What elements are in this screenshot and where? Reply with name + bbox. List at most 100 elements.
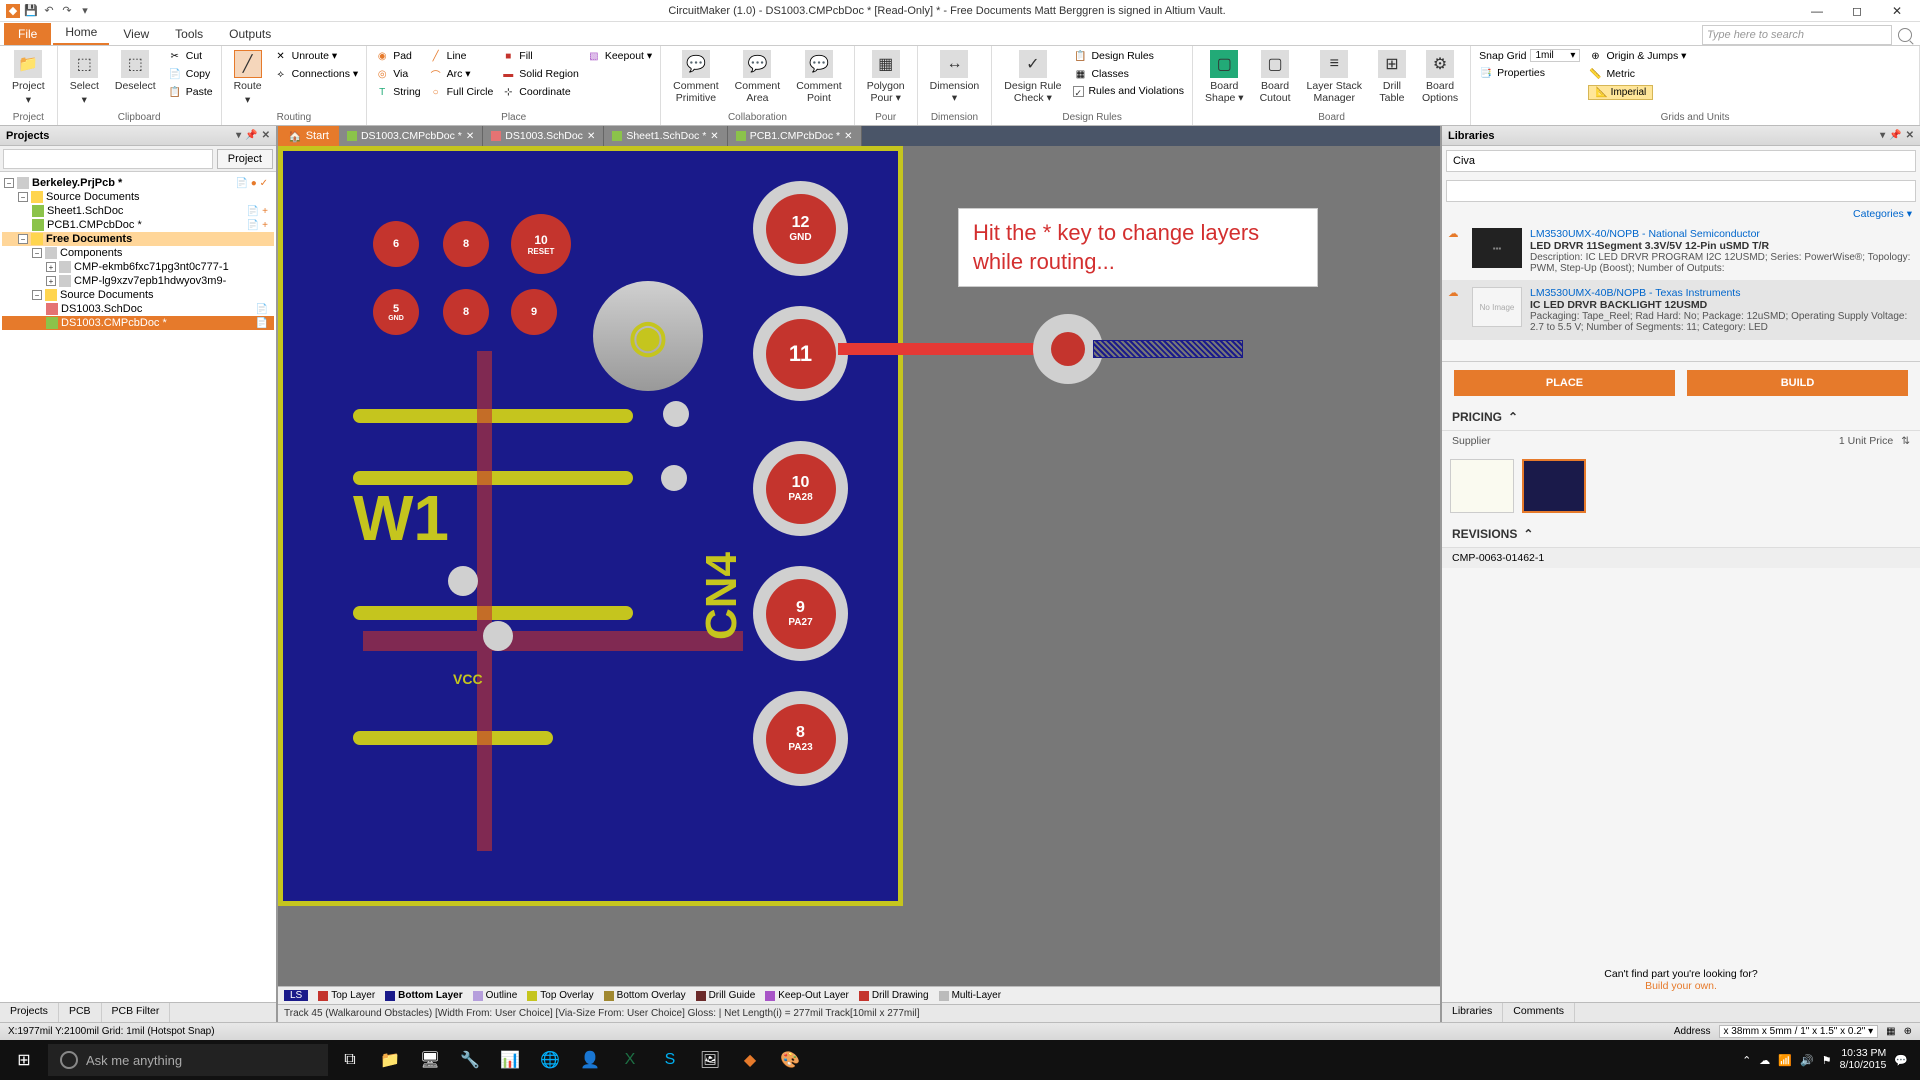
build-button[interactable]: BUILD	[1687, 370, 1908, 396]
task-circuitmaker-icon[interactable]: ◆	[732, 1042, 768, 1078]
tab-tools[interactable]: Tools	[163, 23, 215, 45]
board-shape-button[interactable]: ▢Board Shape ▾	[1199, 48, 1250, 106]
library-results[interactable]: ☁ ▪▪▪ LM3530UMX-40/NOPB - National Semic…	[1442, 222, 1920, 362]
pad-8[interactable]: 8PA23	[753, 691, 848, 786]
pad-9[interactable]: 9PA27	[753, 566, 848, 661]
via-button[interactable]: ◎Via	[373, 66, 422, 82]
via[interactable]	[448, 566, 478, 596]
comment-point-button[interactable]: 💬Comment Point	[790, 48, 848, 106]
task-paint-icon[interactable]: 🎨	[772, 1042, 808, 1078]
via[interactable]	[663, 401, 689, 427]
drill-table-button[interactable]: ⊞Drill Table	[1372, 48, 1412, 106]
solidregion-button[interactable]: ▬Solid Region	[499, 66, 581, 82]
layer-drillguide[interactable]: Drill Guide	[696, 990, 756, 1001]
save-icon[interactable]: 💾	[24, 4, 38, 18]
layer-bottom[interactable]: Bottom Layer	[385, 990, 462, 1001]
result-row-0[interactable]: ☁ ▪▪▪ LM3530UMX-40/NOPB - National Semic…	[1442, 222, 1920, 281]
cortana-search[interactable]: Ask me anything	[48, 1044, 328, 1076]
panel-close-icon[interactable]: ✕	[262, 130, 270, 141]
layer-stack-button[interactable]: ≡Layer Stack Manager	[1301, 48, 1368, 106]
project-button[interactable]: 📁Project▾	[6, 48, 51, 108]
search-input[interactable]: Type here to search	[1702, 25, 1892, 45]
doc-tab-2[interactable]: Sheet1.SchDoc *✕	[604, 126, 727, 146]
sort-icon[interactable]: ⇅	[1901, 435, 1910, 447]
cut-button[interactable]: ✂Cut	[166, 48, 215, 64]
pad-10[interactable]: 10PA28	[753, 441, 848, 536]
categories-link[interactable]: Categories ▾	[1853, 208, 1912, 220]
search-icon[interactable]	[1898, 28, 1912, 42]
pad-button[interactable]: ◉Pad	[373, 48, 422, 64]
notifications-icon[interactable]: 💬	[1894, 1054, 1908, 1067]
footprint-schematic[interactable]	[1450, 459, 1514, 513]
project-filter-input[interactable]	[3, 149, 213, 169]
panel-close-icon[interactable]: ✕	[1906, 130, 1914, 141]
pad-7[interactable]: 8	[443, 221, 489, 267]
polygon-pour-button[interactable]: ▦Polygon Pour ▾	[861, 48, 911, 106]
layer-keepout[interactable]: Keep-Out Layer	[765, 990, 849, 1001]
pad-12[interactable]: 12GND	[753, 181, 848, 276]
layer-bottomoverlay[interactable]: Bottom Overlay	[604, 990, 686, 1001]
tray-icon[interactable]: ⚑	[1822, 1054, 1832, 1067]
deselect-button[interactable]: ⬚Deselect	[109, 48, 162, 94]
tree-source-docs[interactable]: −Source Documents	[2, 190, 274, 204]
panel-pin-icon[interactable]: 📌	[245, 130, 257, 141]
tree-source-docs2[interactable]: −Source Documents	[2, 288, 274, 302]
comment-primitive-button[interactable]: 💬Comment Primitive	[667, 48, 725, 106]
task-chrome-icon[interactable]: 🌐	[532, 1042, 568, 1078]
maximize-button[interactable]: ◻	[1842, 4, 1872, 18]
close-icon[interactable]: ✕	[710, 131, 718, 142]
panel-tab-libraries[interactable]: Libraries	[1442, 1003, 1503, 1022]
start-tab[interactable]: 🏠Start	[278, 126, 339, 146]
close-icon[interactable]: ✕	[466, 131, 474, 142]
pad-reset[interactable]: 10RESET	[511, 214, 571, 274]
board-cutout-button[interactable]: ▢Board Cutout	[1254, 48, 1297, 106]
origin-jumps-button[interactable]: ⊕Origin & Jumps ▾	[1586, 48, 1688, 64]
line-button[interactable]: ╱Line	[427, 48, 496, 64]
drc-button[interactable]: ✓Design Rule Check ▾	[998, 48, 1067, 106]
pcb-canvas[interactable]: 12GND 11 10PA28 9PA27 8PA23 6 8 10RESET …	[278, 146, 1440, 986]
qat-more-icon[interactable]: ▾	[78, 4, 92, 18]
status-icon[interactable]: ⊕	[1904, 1026, 1912, 1037]
panel-dropdown-icon[interactable]: ▾	[236, 130, 241, 141]
tree-free-docs[interactable]: −Free Documents	[2, 232, 274, 246]
collapse-icon[interactable]: ⌃	[1508, 410, 1518, 424]
place-button[interactable]: PLACE	[1454, 370, 1675, 396]
tray-icon[interactable]: ☁	[1759, 1054, 1770, 1067]
tree-sheet1[interactable]: Sheet1.SchDoc📄 +	[2, 204, 274, 218]
pad-6[interactable]: 6	[373, 221, 419, 267]
metric-button[interactable]: 📏Metric	[1586, 66, 1688, 82]
tray-up-icon[interactable]: ⌃	[1742, 1054, 1751, 1067]
dimension-button[interactable]: ↔Dimension ▾	[924, 48, 986, 106]
tree-cmp2[interactable]: +CMP-lg9xzv7epb1hdwyov3m9-	[2, 274, 274, 288]
tree-root[interactable]: −Berkeley.PrjPcb *📄 ● ✓	[2, 176, 274, 190]
arc-button[interactable]: ⌒Arc ▾	[427, 66, 496, 82]
pricing-header[interactable]: PRICING⌃	[1442, 404, 1920, 431]
task-app-icon[interactable]: 🖥	[412, 1042, 448, 1078]
board-options-button[interactable]: ⚙Board Options	[1416, 48, 1464, 106]
task-app-icon[interactable]: 📁	[372, 1042, 408, 1078]
panel-tab-projects[interactable]: Projects	[0, 1003, 59, 1022]
panel-tab-comments[interactable]: Comments	[1503, 1003, 1575, 1022]
design-rules-button[interactable]: 📋Design Rules	[1071, 48, 1186, 64]
layer-drilldrawing[interactable]: Drill Drawing	[859, 990, 929, 1001]
pad-11[interactable]: 11	[753, 306, 848, 401]
tab-outputs[interactable]: Outputs	[217, 23, 283, 45]
task-app-icon[interactable]: 📊	[492, 1042, 528, 1078]
via[interactable]	[661, 465, 687, 491]
pad-8b[interactable]: 8	[443, 289, 489, 335]
string-button[interactable]: TString	[373, 84, 422, 100]
tab-view[interactable]: View	[111, 23, 161, 45]
tree-cmp1[interactable]: +CMP-ekmb6fxc71pg3nt0c777-1	[2, 260, 274, 274]
pad-9b[interactable]: 9	[511, 289, 557, 335]
undo-icon[interactable]: ↶	[42, 4, 56, 18]
minimize-button[interactable]: —	[1802, 4, 1832, 18]
library-filter-input[interactable]	[1446, 180, 1916, 202]
task-skype-icon[interactable]: S	[652, 1042, 688, 1078]
redo-icon[interactable]: ↷	[60, 4, 74, 18]
taskview-icon[interactable]: ⧉	[332, 1042, 368, 1078]
task-app-icon[interactable]: 🔧	[452, 1042, 488, 1078]
tree-ds-sch[interactable]: DS1003.SchDoc📄	[2, 302, 274, 316]
select-button[interactable]: ⬚Select▾	[64, 48, 105, 108]
close-icon[interactable]: ✕	[844, 131, 852, 142]
task-excel-icon[interactable]: X	[612, 1042, 648, 1078]
